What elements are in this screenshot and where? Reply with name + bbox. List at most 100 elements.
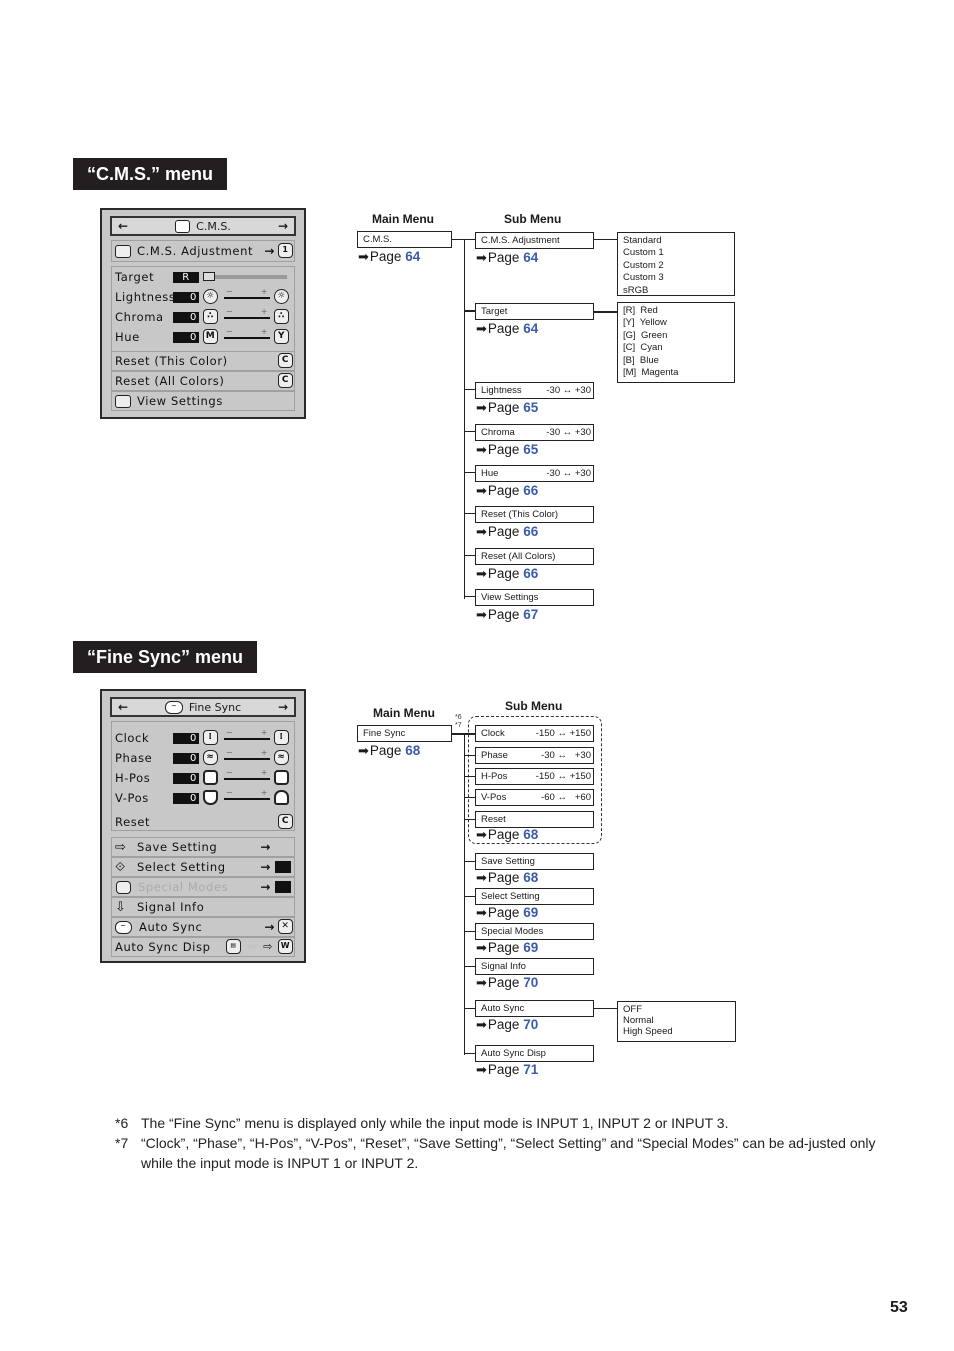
page-ref[interactable]: ➡Page 67 bbox=[476, 607, 538, 623]
chroma-slider[interactable] bbox=[224, 307, 270, 319]
vpos-slider[interactable] bbox=[224, 788, 270, 800]
osd-item-auto-sync[interactable]: ~ Auto Sync → ✕ bbox=[111, 918, 295, 936]
osd-label: V-Pos bbox=[115, 791, 149, 805]
tree-sub-item: Reset (All Colors) bbox=[475, 548, 594, 565]
page-number-link[interactable]: 70 bbox=[523, 975, 538, 990]
page-ref[interactable]: ➡Page 65 bbox=[476, 442, 538, 458]
page-ref[interactable]: ➡Page 70 bbox=[476, 1017, 538, 1033]
connector-line bbox=[464, 1008, 475, 1009]
osd-row-hpos[interactable]: H-Pos 0 bbox=[111, 768, 295, 787]
page-ref[interactable]: ➡Page 64 bbox=[476, 250, 538, 266]
osd-row-vpos[interactable]: V-Pos 0 bbox=[111, 788, 295, 807]
osd-item-reset-this-color[interactable]: Reset (This Color) C bbox=[111, 352, 295, 370]
osd-item-auto-sync-disp[interactable]: Auto Sync Disp ▤ ⇦ ⇨ W bbox=[111, 938, 295, 956]
osd-row-chroma[interactable]: Chroma 0 ∴ ∴ bbox=[111, 307, 295, 326]
target-slider-handle[interactable] bbox=[203, 272, 215, 281]
osd-item-save-setting[interactable]: ⇨ Save Setting → bbox=[111, 838, 295, 856]
page-ref-cms[interactable]: ➡Page 64 bbox=[358, 249, 420, 265]
tree-sub-item: Reset (This Color) bbox=[475, 506, 594, 523]
page-label: Page bbox=[487, 1062, 520, 1077]
osd-item-special-modes[interactable]: Special Modes → bbox=[111, 878, 295, 896]
lightness-slider[interactable] bbox=[224, 287, 270, 299]
page-ref[interactable]: ➡Page 66 bbox=[476, 483, 538, 499]
osd-row-clock[interactable]: Clock 0 ⁞ ⁞ bbox=[111, 728, 295, 747]
page-ref[interactable]: ➡Page 65 bbox=[476, 400, 538, 416]
page-number-link[interactable]: 66 bbox=[523, 483, 538, 498]
page-ref-group[interactable]: ➡Page 68 bbox=[476, 827, 538, 843]
page-ref[interactable]: ➡Page 66 bbox=[476, 566, 538, 582]
page-number-link[interactable]: 68 bbox=[523, 870, 538, 885]
page-number-link[interactable]: 68 bbox=[523, 827, 538, 842]
connector-line bbox=[464, 555, 475, 556]
connector-line bbox=[594, 311, 617, 313]
connector-line bbox=[464, 389, 475, 390]
page-ref[interactable]: ➡Page 71 bbox=[476, 1062, 538, 1078]
page-ref-finesync[interactable]: ➡Page 68 bbox=[358, 743, 420, 759]
page-number-link[interactable]: 64 bbox=[405, 249, 420, 264]
page-number-link[interactable]: 66 bbox=[523, 524, 538, 539]
osd-row-lightness[interactable]: Lightness 0 ☼ ☼ bbox=[111, 287, 295, 306]
page-number-link[interactable]: 65 bbox=[523, 400, 538, 415]
osd-item-select-setting[interactable]: ⟐ Select Setting → bbox=[111, 858, 295, 876]
range-label: -60 ↔ +60 bbox=[541, 792, 591, 803]
page-number-link[interactable]: 68 bbox=[405, 743, 420, 758]
hpos-slider[interactable] bbox=[224, 768, 270, 780]
arrow-right-icon: ➡ bbox=[476, 250, 487, 265]
footnote-7: *7 “Clock”, “Phase”, “H-Pos”, “V-Pos”, “… bbox=[115, 1133, 895, 1173]
tree-grouped-item: Reset bbox=[475, 811, 594, 828]
page-number-link[interactable]: 67 bbox=[523, 607, 538, 622]
reset-icon: C bbox=[278, 353, 293, 368]
page-number: 53 bbox=[890, 1299, 908, 1316]
page-number-link[interactable]: 70 bbox=[523, 1017, 538, 1032]
osd-item-signal-info[interactable]: ⇩ Signal Info bbox=[111, 898, 295, 916]
tree-main-cms: C.M.S. bbox=[357, 231, 452, 248]
connector-line bbox=[464, 310, 475, 312]
page-number-link[interactable]: 69 bbox=[523, 940, 538, 955]
tree-sub-item: Target bbox=[475, 303, 594, 320]
page-label: Page bbox=[487, 524, 520, 539]
osd-item-view-settings[interactable]: View Settings bbox=[111, 392, 295, 410]
option: OFF bbox=[623, 1004, 642, 1015]
page-number-link[interactable]: 71 bbox=[523, 1062, 538, 1077]
osd-label: Auto Sync bbox=[139, 920, 203, 934]
page-ref[interactable]: ➡Page 66 bbox=[476, 524, 538, 540]
osd-row-phase[interactable]: Phase 0 ≈ ≈ bbox=[111, 748, 295, 767]
arrow-right-icon: ➡ bbox=[476, 905, 487, 920]
box-label: Phase bbox=[481, 750, 508, 761]
page-ref[interactable]: ➡Page 70 bbox=[476, 975, 538, 991]
connector-line bbox=[464, 1053, 475, 1054]
osd-item-reset[interactable]: Reset C bbox=[111, 813, 295, 831]
page-number-link[interactable]: 64 bbox=[523, 321, 538, 336]
osd-item-cms-adjustment[interactable]: C.M.S. Adjustment → 1 bbox=[111, 242, 295, 260]
osd-row-target[interactable]: Target R bbox=[111, 268, 295, 286]
right-outline-arrow-icon: ⇨ bbox=[263, 940, 273, 953]
page-number-link[interactable]: 69 bbox=[523, 905, 538, 920]
clock-slider[interactable] bbox=[224, 728, 270, 740]
box-label: View Settings bbox=[481, 592, 539, 603]
osd-item-reset-all-colors[interactable]: Reset (All Colors) C bbox=[111, 372, 295, 390]
vpos-down-icon bbox=[274, 790, 289, 805]
page-number-link[interactable]: 66 bbox=[523, 566, 538, 581]
page-number-link[interactable]: 65 bbox=[523, 442, 538, 457]
tree-sub-item: Save Setting bbox=[475, 853, 594, 870]
osd-row-hue[interactable]: Hue 0 M Y bbox=[111, 327, 295, 346]
page-number-link[interactable]: 64 bbox=[523, 250, 538, 265]
page-ref[interactable]: ➡Page 69 bbox=[476, 905, 538, 921]
page-ref[interactable]: ➡Page 64 bbox=[476, 321, 538, 337]
main-menu-header: Main Menu bbox=[373, 706, 435, 720]
arrow-right-icon: → bbox=[264, 244, 275, 258]
hpos-left-icon bbox=[203, 770, 218, 785]
page-ref[interactable]: ➡Page 68 bbox=[476, 870, 538, 886]
osd-label: H-Pos bbox=[115, 771, 151, 785]
page-ref[interactable]: ➡Page 69 bbox=[476, 940, 538, 956]
setting-number-badge: 1 bbox=[278, 243, 293, 258]
phase-low-icon: ≈ bbox=[203, 750, 218, 765]
reset-icon: C bbox=[278, 814, 293, 829]
phase-slider[interactable] bbox=[224, 748, 270, 760]
cms-icon bbox=[175, 219, 191, 233]
hue-slider[interactable] bbox=[224, 327, 270, 339]
arrow-right-icon: ➡ bbox=[476, 524, 487, 539]
osd-label: Phase bbox=[115, 751, 153, 765]
box-label: Reset bbox=[481, 814, 506, 825]
connector-line bbox=[594, 239, 617, 240]
